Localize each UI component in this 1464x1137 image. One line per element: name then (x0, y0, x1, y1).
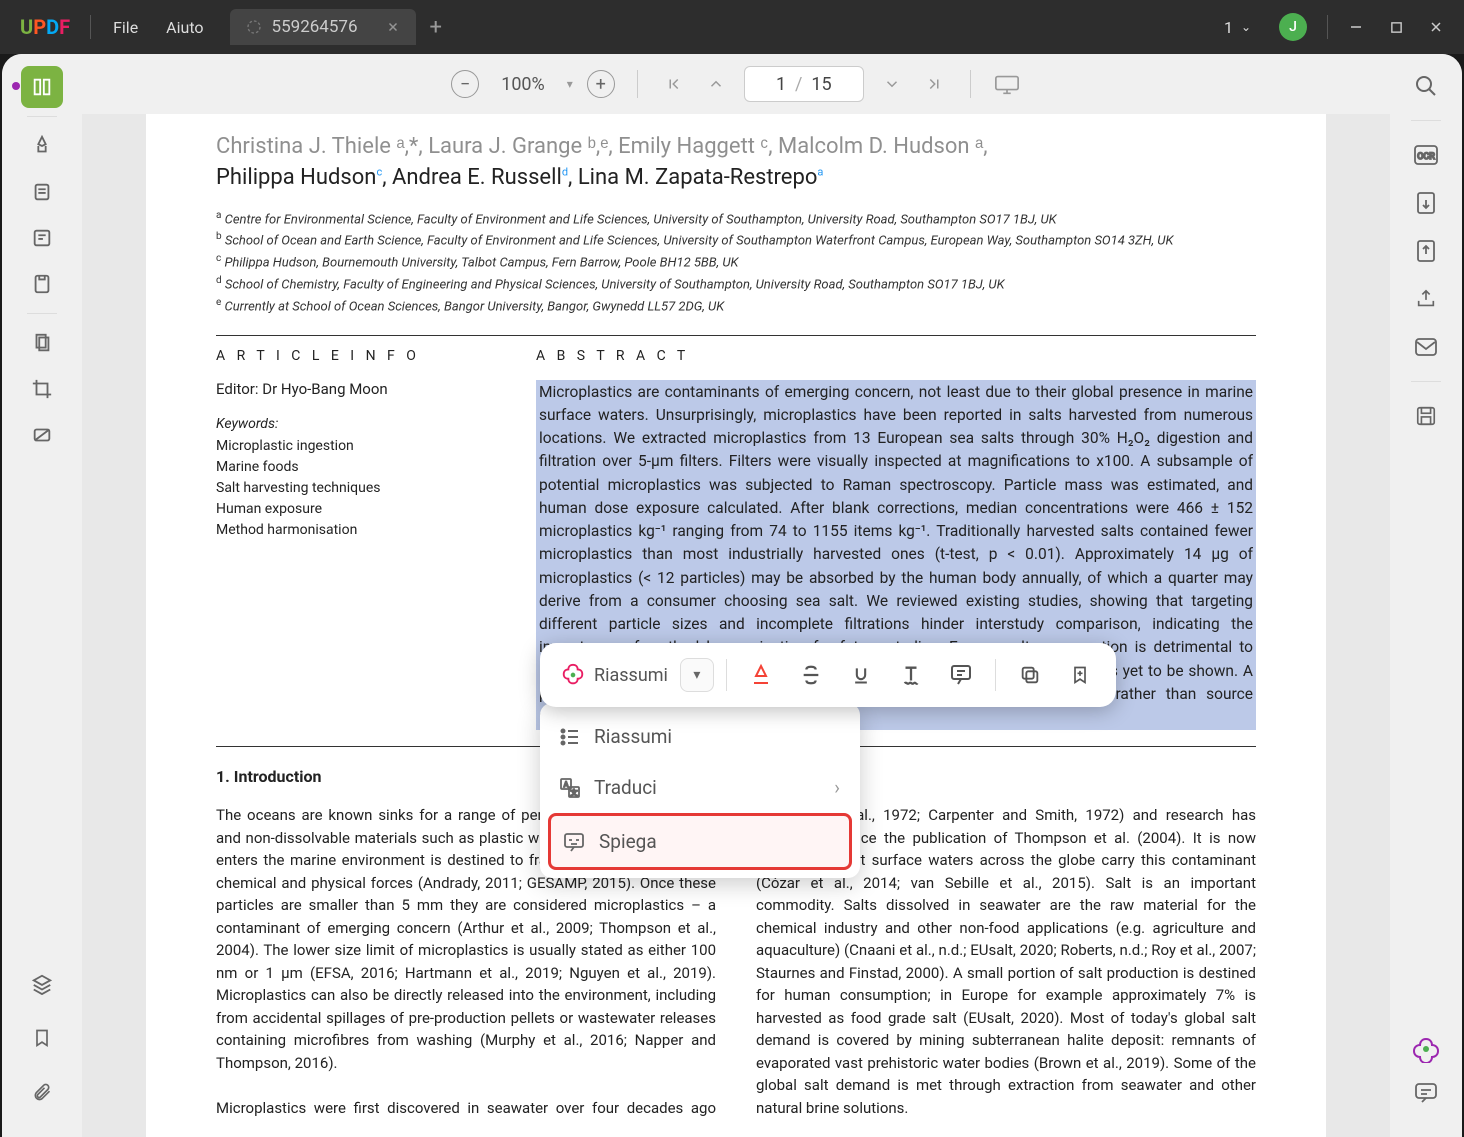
abstract-heading: A B S T R A C T (536, 348, 1256, 364)
menu-file[interactable]: File (99, 12, 152, 43)
menu-help[interactable]: Aiuto (152, 12, 217, 43)
zoom-dropdown-icon[interactable]: ▾ (567, 77, 573, 91)
last-page-button[interactable] (920, 70, 948, 98)
zoom-in-button[interactable]: + (587, 70, 615, 98)
bookmark-button[interactable] (21, 1017, 63, 1059)
highlight-tool-button[interactable] (21, 125, 63, 167)
export-button[interactable] (1408, 233, 1444, 269)
divider (995, 659, 996, 691)
keyword: Marine foods (216, 457, 496, 478)
divider (1411, 381, 1441, 382)
keyword: Human exposure (216, 499, 496, 520)
chevron-right-icon: › (834, 776, 840, 799)
explain-icon (563, 832, 585, 852)
document-tab[interactable]: 559264576 (230, 9, 416, 45)
convert-button[interactable] (1408, 185, 1444, 221)
document-icon (246, 19, 262, 35)
keyword: Salt harvesting techniques (216, 478, 496, 499)
chat-button[interactable] (1408, 1075, 1444, 1111)
maximize-button[interactable] (1376, 7, 1416, 47)
keyword: Method harmonisation (216, 520, 496, 541)
save-button[interactable] (1408, 398, 1444, 434)
user-avatar[interactable]: J (1279, 13, 1307, 41)
share-button[interactable] (1408, 281, 1444, 317)
authors-line: Christina J. Thiele ᵃ,*, Laura J. Grange… (216, 132, 1256, 194)
page-input[interactable]: 1 / 15 (744, 66, 864, 102)
redact-tool-button[interactable] (21, 414, 63, 456)
app-logo: UPDF (20, 15, 70, 39)
close-icon[interactable] (386, 20, 400, 34)
attachment-button[interactable] (21, 1071, 63, 1113)
reader-mode-button[interactable] (21, 66, 63, 108)
chevron-down-icon[interactable]: ⌄ (1241, 20, 1251, 34)
view-count: 1 (1224, 18, 1233, 37)
ai-summarize-button[interactable]: Riassumi (554, 662, 674, 688)
search-button[interactable] (1408, 68, 1444, 104)
affiliations: a Centre for Environmental Science, Facu… (216, 208, 1256, 317)
editor-info: Editor: Dr Hyo-Bang Moon (216, 380, 496, 398)
notification-dot-icon (12, 82, 20, 90)
translate-icon: A文 (560, 778, 580, 798)
tab-title: 559264576 (272, 17, 358, 37)
svg-text:A: A (564, 781, 569, 789)
keyword: Microplastic ingestion (216, 436, 496, 457)
close-window-button[interactable] (1416, 7, 1456, 47)
divider (970, 70, 971, 98)
divider (90, 15, 91, 39)
highlight-color-button[interactable] (739, 653, 783, 697)
divider (27, 313, 57, 314)
comment-button[interactable] (939, 653, 983, 697)
first-page-button[interactable] (660, 70, 688, 98)
minimize-button[interactable] (1336, 7, 1376, 47)
ai-logo-icon[interactable] (1412, 1035, 1440, 1063)
pages-tool-button[interactable] (21, 322, 63, 364)
note-tool-button[interactable] (21, 171, 63, 213)
form-tool-button[interactable] (21, 263, 63, 305)
keywords-label: Keywords: (216, 416, 496, 432)
divider (1327, 15, 1328, 39)
article-info-heading: A R T I C L E I N F O (216, 348, 496, 364)
svg-text:OCR: OCR (1417, 152, 1435, 162)
divider (216, 335, 1256, 336)
next-page-button[interactable] (878, 70, 906, 98)
dropdown-item-explain[interactable]: Spiega (548, 813, 852, 870)
presentation-button[interactable] (993, 70, 1021, 98)
bookmark-selection-button[interactable] (1058, 653, 1102, 697)
list-icon (560, 728, 580, 746)
prev-page-button[interactable] (702, 70, 730, 98)
ai-dropdown-menu: Riassumi A文 Traduci › Spiega (540, 703, 860, 878)
text-tool-button[interactable] (21, 217, 63, 259)
strikethrough-button[interactable] (789, 653, 833, 697)
squiggly-button[interactable] (889, 653, 933, 697)
divider (637, 70, 638, 98)
ai-flower-icon (560, 662, 586, 688)
layers-button[interactable] (21, 963, 63, 1005)
dropdown-item-translate[interactable]: A文 Traduci › (548, 762, 852, 813)
ocr-button[interactable]: OCR (1408, 137, 1444, 173)
email-button[interactable] (1408, 329, 1444, 365)
dropdown-item-summarize[interactable]: Riassumi (548, 711, 852, 762)
selection-toolbar: Riassumi ▾ (540, 643, 1116, 707)
zoom-out-button[interactable]: − (451, 70, 479, 98)
copy-button[interactable] (1008, 653, 1052, 697)
divider (726, 659, 727, 691)
add-tab-button[interactable]: + (430, 15, 442, 40)
svg-text:文: 文 (571, 788, 578, 797)
ai-dropdown-button[interactable]: ▾ (680, 658, 714, 692)
divider (1411, 120, 1441, 121)
crop-tool-button[interactable] (21, 368, 63, 410)
zoom-value: 100% (493, 74, 553, 95)
divider (27, 116, 57, 117)
underline-button[interactable] (839, 653, 883, 697)
